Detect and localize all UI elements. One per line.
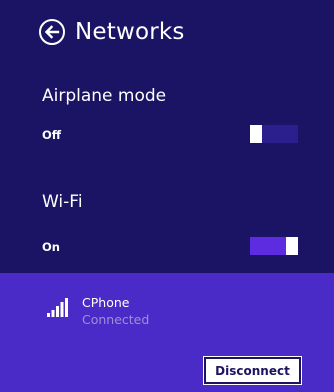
network-list-item[interactable]: CPhone Connected xyxy=(45,295,305,331)
back-arrow-circle-icon[interactable] xyxy=(38,18,66,46)
wifi-label: Wi-Fi xyxy=(42,192,83,212)
page-title: Networks xyxy=(75,19,185,45)
airplane-mode-state: Off xyxy=(42,128,62,142)
network-status: Connected xyxy=(82,312,150,327)
selected-network-area: CPhone Connected Disconnect xyxy=(0,273,334,392)
wifi-state: On xyxy=(42,240,60,254)
disconnect-button[interactable]: Disconnect xyxy=(203,356,302,385)
airplane-mode-label: Airplane mode xyxy=(42,86,167,106)
toggle-thumb[interactable] xyxy=(286,237,298,255)
wifi-toggle[interactable] xyxy=(250,237,298,255)
network-name: CPhone xyxy=(82,295,130,310)
header: Networks xyxy=(38,14,185,50)
networks-panel: Networks Airplane mode Off Wi-Fi On CPho… xyxy=(0,0,334,392)
toggle-thumb[interactable] xyxy=(250,125,262,143)
airplane-mode-toggle[interactable] xyxy=(250,125,298,143)
signal-strength-icon xyxy=(47,298,68,317)
